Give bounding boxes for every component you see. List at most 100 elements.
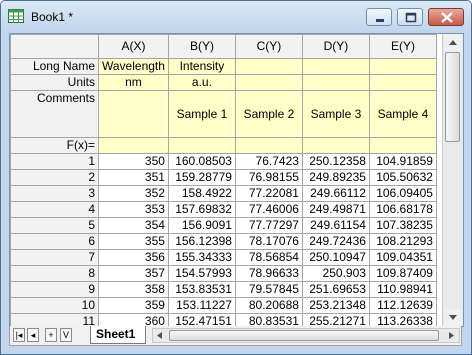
column-header-a[interactable]: A(X) <box>98 34 169 59</box>
data-cell[interactable]: 250.10947 <box>301 249 370 266</box>
sheet-tab-sheet1[interactable]: Sheet1 <box>90 326 146 344</box>
data-cell[interactable]: 78.17076 <box>234 233 303 250</box>
data-cell[interactable]: 356 <box>98 249 169 266</box>
data-cell[interactable]: 153.11227 <box>167 297 236 314</box>
row-header[interactable]: 9 <box>10 281 99 298</box>
row-header[interactable]: 6 <box>10 233 99 250</box>
scroll-right-icon[interactable] <box>445 330 457 341</box>
comments-cell[interactable] <box>98 90 169 138</box>
data-cell[interactable]: 107.38235 <box>368 217 437 234</box>
data-cell[interactable]: 80.83531 <box>234 313 303 326</box>
data-cell[interactable]: 109.87409 <box>368 265 437 282</box>
data-cell[interactable]: 354 <box>98 217 169 234</box>
data-cell[interactable]: 77.77297 <box>234 217 303 234</box>
row-header[interactable]: 4 <box>10 201 99 218</box>
data-cell[interactable]: 113.26338 <box>368 313 437 326</box>
scroll-left-icon[interactable] <box>154 330 166 341</box>
data-cell[interactable]: 159.28779 <box>167 169 236 186</box>
maximize-button[interactable] <box>397 8 423 26</box>
data-cell[interactable]: 357 <box>98 265 169 282</box>
row-header[interactable]: 7 <box>10 249 99 266</box>
data-cell[interactable]: 249.89235 <box>301 169 370 186</box>
horizontal-scroll-thumb[interactable] <box>169 330 439 341</box>
data-cell[interactable]: 160.08503 <box>167 153 236 170</box>
data-cell[interactable]: 77.46006 <box>234 201 303 218</box>
row-header[interactable]: 10 <box>10 297 99 314</box>
data-cell[interactable]: 77.22081 <box>234 185 303 202</box>
row-header[interactable]: 1 <box>10 153 99 170</box>
formula-cell[interactable] <box>368 137 437 154</box>
units-cell[interactable] <box>234 74 303 91</box>
minimize-button[interactable] <box>366 8 392 26</box>
data-cell[interactable]: 157.69832 <box>167 201 236 218</box>
data-cell[interactable]: 250.903 <box>301 265 370 282</box>
units-cell[interactable]: a.u. <box>167 74 236 91</box>
data-cell[interactable]: 251.69653 <box>301 281 370 298</box>
corner-cell[interactable] <box>10 34 99 59</box>
vertical-scroll-thumb[interactable] <box>445 52 460 142</box>
data-cell[interactable]: 249.72436 <box>301 233 370 250</box>
data-cell[interactable]: 155.34333 <box>167 249 236 266</box>
vertical-scrollbar[interactable] <box>442 34 463 326</box>
row-header[interactable]: 3 <box>10 185 99 202</box>
comments-cell[interactable]: Sample 2 <box>234 90 303 138</box>
long-name-label[interactable]: Long Name <box>10 58 99 75</box>
data-cell[interactable]: 358 <box>98 281 169 298</box>
scroll-down-button[interactable] <box>444 309 462 326</box>
data-cell[interactable]: 79.57845 <box>234 281 303 298</box>
data-cell[interactable]: 255.21271 <box>301 313 370 326</box>
data-cell[interactable]: 112.12639 <box>368 297 437 314</box>
data-cell[interactable]: 104.91859 <box>368 153 437 170</box>
data-cell[interactable]: 352 <box>98 185 169 202</box>
data-cell[interactable]: 106.09405 <box>368 185 437 202</box>
data-cell[interactable]: 76.7423 <box>234 153 303 170</box>
comments-cell[interactable]: Sample 1 <box>167 90 236 138</box>
data-cell[interactable]: 355 <box>98 233 169 250</box>
close-button[interactable] <box>428 8 464 26</box>
comments-cell[interactable]: Sample 4 <box>368 90 437 138</box>
long-name-cell[interactable]: Wavelength <box>98 58 169 75</box>
data-cell[interactable]: 105.50632 <box>368 169 437 186</box>
comments-label[interactable]: Comments <box>10 90 99 138</box>
data-cell[interactable]: 359 <box>98 297 169 314</box>
long-name-cell[interactable] <box>368 58 437 75</box>
data-cell[interactable]: 78.96633 <box>234 265 303 282</box>
data-cell[interactable]: 351 <box>98 169 169 186</box>
formula-cell[interactable] <box>98 137 169 154</box>
long-name-cell[interactable] <box>234 58 303 75</box>
column-header-c[interactable]: C(Y) <box>234 34 303 59</box>
first-sheet-button[interactable]: |◂ <box>13 328 25 342</box>
data-cell[interactable]: 350 <box>98 153 169 170</box>
data-cell[interactable]: 108.21293 <box>368 233 437 250</box>
row-header[interactable]: 5 <box>10 217 99 234</box>
data-cell[interactable]: 360 <box>98 313 169 326</box>
long-name-cell[interactable]: Intensity <box>167 58 236 75</box>
data-cell[interactable]: 253.21348 <box>301 297 370 314</box>
data-cell[interactable]: 153.83531 <box>167 281 236 298</box>
title-bar[interactable]: Book1 * <box>1 1 471 31</box>
formula-label[interactable]: F(x)= <box>10 137 99 154</box>
data-cell[interactable]: 249.49871 <box>301 201 370 218</box>
data-cell[interactable]: 152.47151 <box>167 313 236 326</box>
data-cell[interactable]: 76.98155 <box>234 169 303 186</box>
data-cell[interactable]: 353 <box>98 201 169 218</box>
data-cell[interactable]: 154.57993 <box>167 265 236 282</box>
data-cell[interactable]: 106.68178 <box>368 201 437 218</box>
units-label[interactable]: Units <box>10 74 99 91</box>
column-header-e[interactable]: E(Y) <box>368 34 437 59</box>
formula-cell[interactable] <box>234 137 303 154</box>
scroll-up-button[interactable] <box>444 34 462 51</box>
data-cell[interactable]: 249.61154 <box>301 217 370 234</box>
long-name-cell[interactable] <box>301 58 370 75</box>
comments-cell[interactable]: Sample 3 <box>301 90 370 138</box>
data-cell[interactable]: 249.66112 <box>301 185 370 202</box>
prev-sheet-button[interactable]: ◂ <box>27 328 39 342</box>
data-cell[interactable]: 156.9091 <box>167 217 236 234</box>
data-cell[interactable]: 110.98941 <box>368 281 437 298</box>
row-header[interactable]: 8 <box>10 265 99 282</box>
data-cell[interactable]: 80.20688 <box>234 297 303 314</box>
data-cell[interactable]: 109.04351 <box>368 249 437 266</box>
data-cell[interactable]: 158.4922 <box>167 185 236 202</box>
data-cell[interactable]: 250.12358 <box>301 153 370 170</box>
units-cell[interactable] <box>368 74 437 91</box>
